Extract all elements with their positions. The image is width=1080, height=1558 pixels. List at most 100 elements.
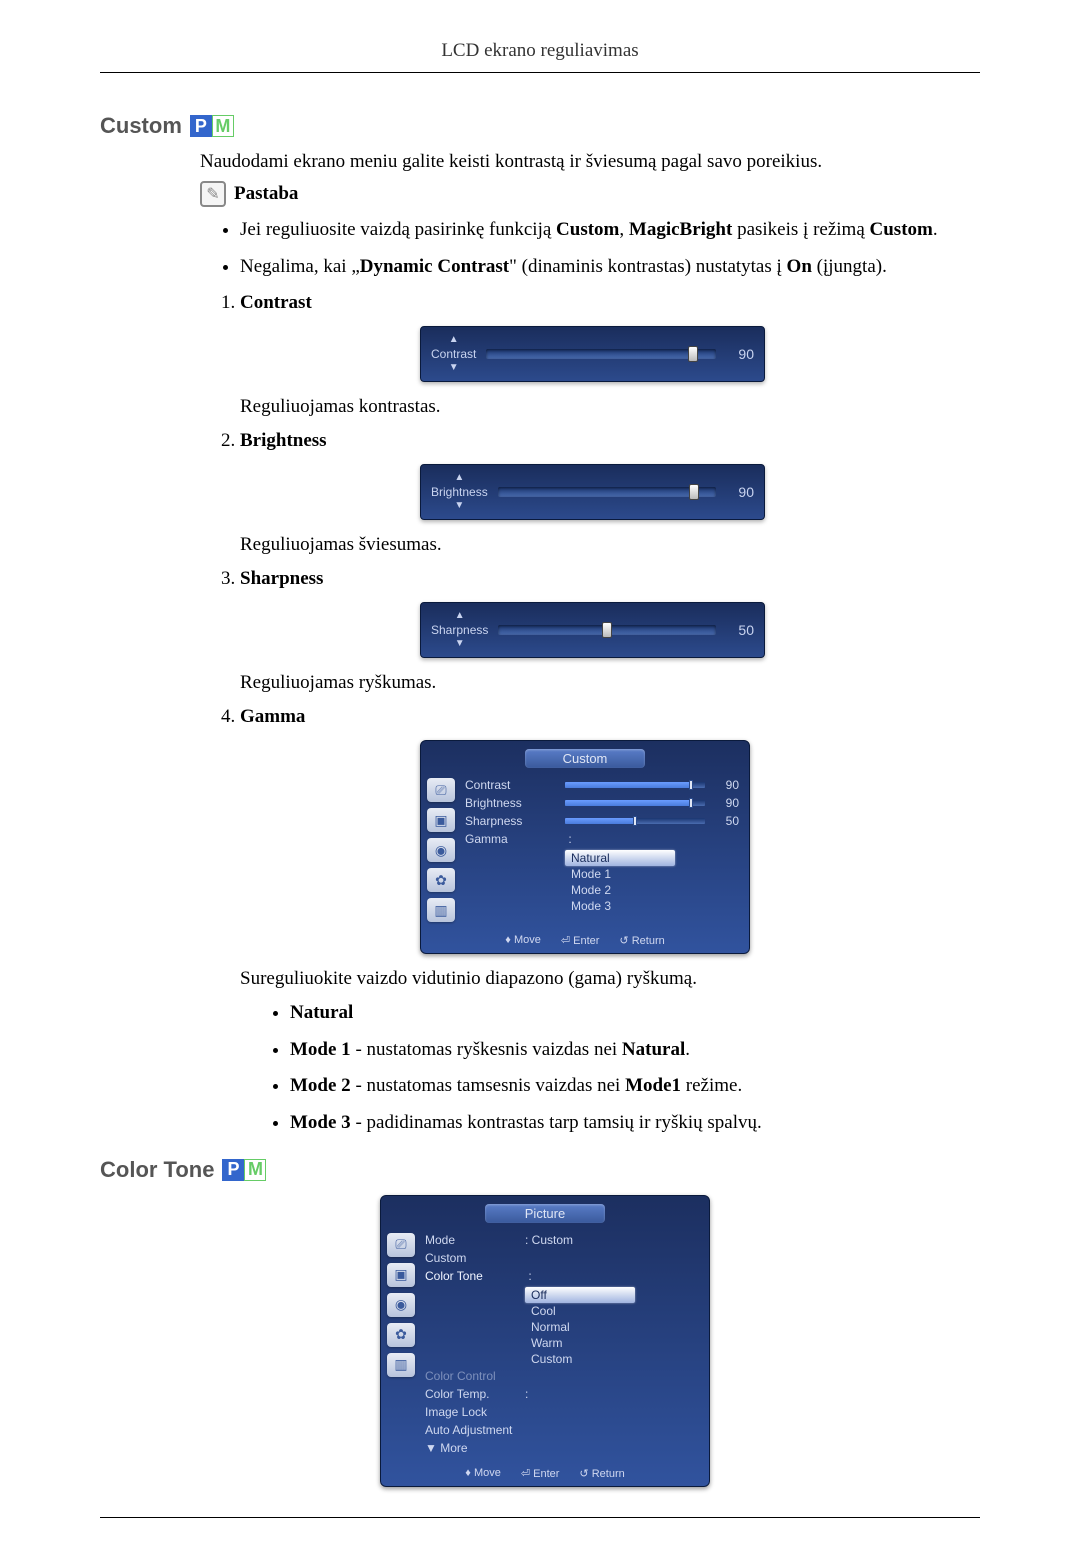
gamma-option-natural[interactable]: Natural (565, 850, 675, 866)
arrow-down-icon[interactable]: ▼ (454, 501, 464, 511)
ct-option-warm[interactable]: Warm (525, 1335, 635, 1351)
ct-option-off[interactable]: Off (525, 1287, 635, 1303)
contrast-slider-panel: ▲ Contrast ▼ 90 (420, 326, 765, 382)
osd-row-gamma: Gamma : (465, 830, 739, 848)
picture-icon-2[interactable]: ▣ (387, 1263, 415, 1287)
note-label: Pastaba (234, 183, 298, 205)
sharpness-slider-track[interactable] (498, 625, 716, 635)
item-gamma: Gamma Custom ⎚ ▣ ◉ ✿ ▥ Contra (240, 706, 980, 1136)
gamma-option-mode1[interactable]: Mode 1 (565, 866, 675, 882)
custom-title-text: Custom (100, 113, 182, 139)
gm-m1b2: Natural (622, 1039, 685, 1060)
gm-m1e: . (685, 1039, 690, 1060)
footer-move-2: ♦ Move (465, 1467, 501, 1480)
multi-icon[interactable]: ▥ (427, 898, 455, 922)
picture-row-mode: Mode : Custom (425, 1231, 699, 1249)
color-tone-section-title: Color Tone P M (100, 1157, 980, 1183)
p-more-label[interactable]: ▼ More (425, 1441, 525, 1455)
arrow-down-icon[interactable]: ▼ (449, 363, 459, 373)
osd-footer: ♦ Move ⏎ Enter ↺ Return (421, 928, 749, 953)
osd-sharpness-bar[interactable] (565, 818, 705, 824)
sharpness-label: Sharpness (240, 568, 323, 589)
picture-osd-footer: ♦ Move ⏎ Enter ↺ Return (381, 1461, 709, 1486)
input-icon[interactable]: ⎚ (427, 778, 455, 802)
page-header: LCD ekrano reguliavimas (100, 40, 980, 62)
brightness-slider-track[interactable] (498, 487, 716, 497)
p-icon: P (190, 115, 212, 137)
gm-m3: Mode 3 (290, 1112, 351, 1133)
osd-brightness-label: Brightness (465, 796, 565, 810)
gm-m2: Mode 2 (290, 1075, 351, 1096)
gm-natural: Natural (290, 1002, 353, 1023)
b1-b1: Custom (556, 219, 619, 240)
ct-option-normal[interactable]: Normal (525, 1319, 635, 1335)
osd-row-brightness: Brightness 90 (465, 794, 739, 812)
osd-row-sharpness: Sharpness 50 (465, 812, 739, 830)
gamma-dropdown[interactable]: Natural Mode 1 Mode 2 Mode 3 (565, 850, 675, 914)
arrow-down-icon[interactable]: ▼ (455, 639, 465, 649)
sound-icon-2[interactable]: ◉ (387, 1293, 415, 1317)
picture-row-colortone: Color Tone : (425, 1267, 699, 1285)
gm-m2e: režime. (681, 1075, 742, 1096)
item-contrast: Contrast ▲ Contrast ▼ 90 Reguliuojamas k… (240, 292, 980, 418)
contrast-slider-track[interactable] (486, 349, 716, 359)
contrast-slider-thumb[interactable] (688, 346, 698, 362)
picture-row-colortemp: Color Temp. : (425, 1385, 699, 1403)
note-bullet-1: Jei reguliuosite vaizdą pasirinkę funkci… (240, 217, 980, 244)
sound-icon[interactable]: ◉ (427, 838, 455, 862)
gamma-option-mode3[interactable]: Mode 3 (565, 898, 675, 914)
p-il-label: Image Lock (425, 1405, 525, 1419)
arrow-up-icon[interactable]: ▲ (454, 473, 464, 483)
picture-row-autoadj: Auto Adjustment (425, 1421, 699, 1439)
b1-mid: , (619, 219, 629, 240)
osd-contrast-val: 90 (711, 778, 739, 792)
pm-badge-icon: P M (190, 115, 234, 137)
note-bullet-2: Negalima, kai „Dynamic Contrast" (dinami… (240, 254, 980, 281)
sharpness-slider-thumb[interactable] (602, 622, 612, 638)
brightness-desc: Reguliuojamas šviesumas. (240, 534, 980, 556)
gamma-option-mode2[interactable]: Mode 2 (565, 882, 675, 898)
osd-gamma-colon: : (565, 832, 575, 846)
osd-contrast-bar[interactable] (565, 782, 705, 788)
arrow-up-icon[interactable]: ▲ (449, 335, 459, 345)
osd-brightness-bar[interactable] (565, 800, 705, 806)
footer-move-text-2: Move (474, 1467, 501, 1479)
brightness-slider-panel: ▲ Brightness ▼ 90 (420, 464, 765, 520)
b1-b2: MagicBright (629, 219, 732, 240)
slider-name-contrast: Contrast (431, 347, 476, 361)
footer-move-text: Move (514, 934, 541, 946)
b1-b3: Custom (870, 219, 933, 240)
sharpness-desc: Reguliuojamas ryškumas. (240, 672, 980, 694)
b2-pre: Negalima, kai „ (240, 256, 360, 277)
p-mode-value: : Custom (525, 1233, 699, 1247)
osd-contrast-label: Contrast (465, 778, 565, 792)
gm-m2t: - nustatomas tamsesnis vaizdas nei (351, 1075, 625, 1096)
gm-m1: Mode 1 (290, 1039, 351, 1060)
m-icon: M (212, 115, 234, 137)
ct-option-cool[interactable]: Cool (525, 1303, 635, 1319)
slider-name-sharpness: Sharpness (431, 623, 488, 637)
brightness-label: Brightness (240, 430, 327, 451)
b2-end: (įjungta). (812, 256, 887, 277)
picture-icon[interactable]: ▣ (427, 808, 455, 832)
brightness-slider-thumb[interactable] (689, 484, 699, 500)
picture-row-colorcontrol: Color Control (425, 1367, 699, 1385)
setup-icon-2[interactable]: ✿ (387, 1323, 415, 1347)
colortone-dropdown[interactable]: Off Cool Normal Warm Custom (525, 1287, 635, 1367)
top-divider (100, 72, 980, 73)
setup-icon[interactable]: ✿ (427, 868, 455, 892)
picture-row-more[interactable]: ▼ More (425, 1439, 699, 1457)
arrow-up-icon[interactable]: ▲ (455, 611, 465, 621)
p-ctemp-label: Color Temp. (425, 1387, 525, 1401)
input-icon-2[interactable]: ⎚ (387, 1233, 415, 1257)
gamma-osd-panel: Custom ⎚ ▣ ◉ ✿ ▥ Contrast (420, 740, 750, 954)
footer-return-text-2: Return (592, 1468, 625, 1480)
custom-intro: Naudodami ekrano meniu galite keisti kon… (200, 151, 980, 173)
multi-icon-2[interactable]: ▥ (387, 1353, 415, 1377)
ct-option-custom[interactable]: Custom (525, 1351, 635, 1367)
footer-return: ↺ Return (619, 934, 664, 947)
sharpness-value: 50 (726, 622, 754, 638)
p-ct-colon: : (525, 1269, 535, 1283)
p-mode-label: Mode (425, 1233, 525, 1247)
p-ct-label: Color Tone (425, 1269, 525, 1283)
